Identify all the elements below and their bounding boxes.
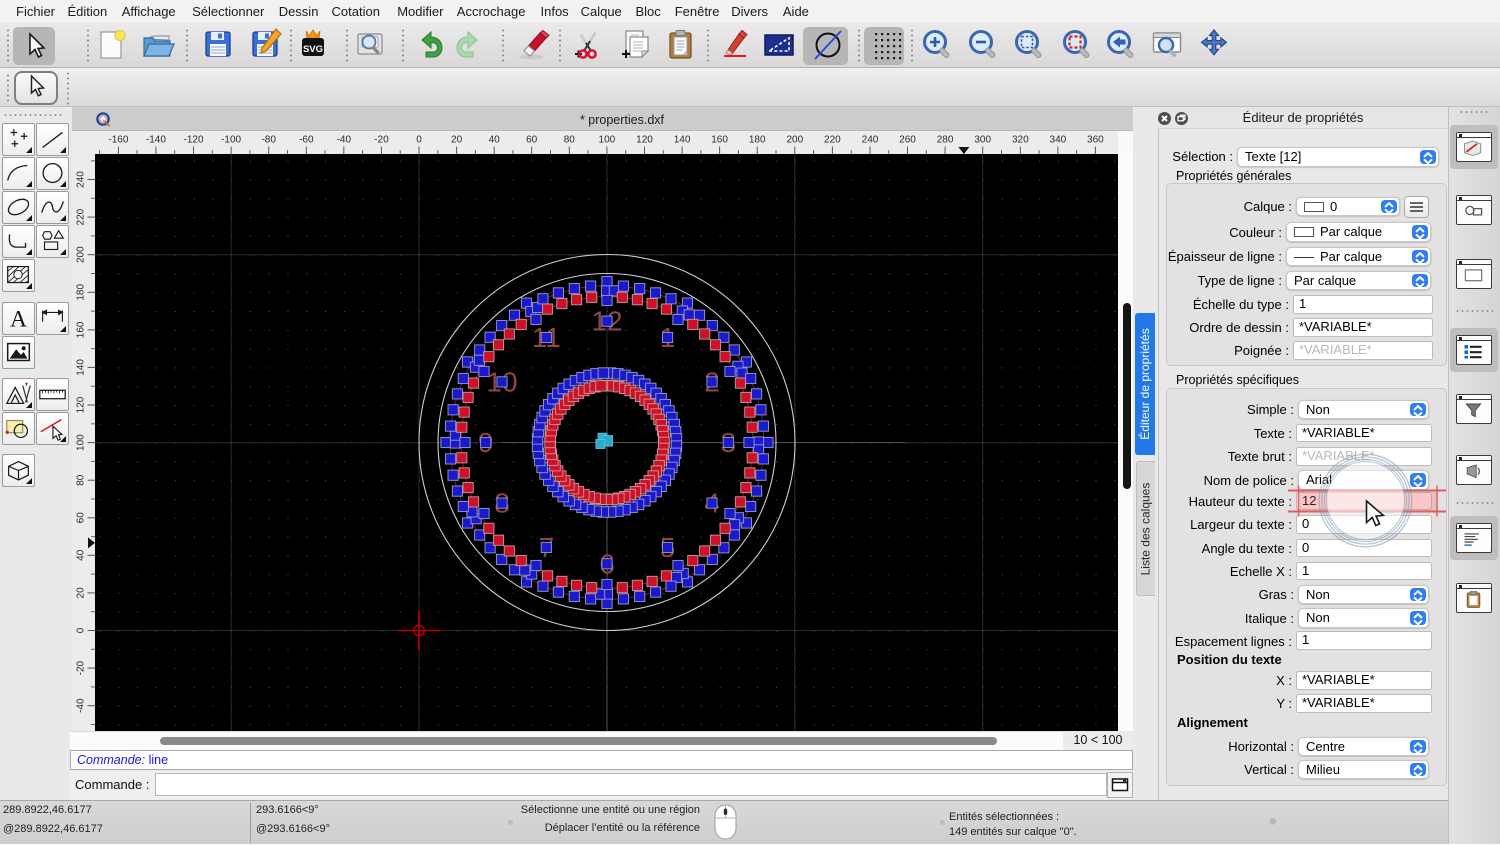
svg-text:300: 300 xyxy=(974,135,991,146)
svg-text:100: 100 xyxy=(599,135,616,146)
svg-text:340: 340 xyxy=(1050,135,1067,146)
svg-text:-100: -100 xyxy=(221,135,241,146)
svg-text:20: 20 xyxy=(76,587,87,599)
svg-text:20: 20 xyxy=(451,135,463,146)
svg-text:240: 240 xyxy=(862,135,879,146)
svg-text:40: 40 xyxy=(489,135,501,146)
svg-text:180: 180 xyxy=(749,135,766,146)
svg-text:-120: -120 xyxy=(183,135,203,146)
svg-text:-20: -20 xyxy=(374,135,389,146)
svg-text:240: 240 xyxy=(76,171,87,188)
svg-text:320: 320 xyxy=(1012,135,1029,146)
svg-text:60: 60 xyxy=(526,135,538,146)
svg-text:140: 140 xyxy=(76,359,87,376)
svg-text:200: 200 xyxy=(76,246,87,263)
svg-text:160: 160 xyxy=(711,135,728,146)
svg-text:100: 100 xyxy=(76,434,87,451)
svg-text:160: 160 xyxy=(76,321,87,338)
svg-text:-60: -60 xyxy=(299,135,314,146)
svg-text:0: 0 xyxy=(76,627,87,633)
svg-text:220: 220 xyxy=(824,135,841,146)
svg-text:80: 80 xyxy=(564,135,576,146)
svg-text:40: 40 xyxy=(76,549,87,561)
svg-text:220: 220 xyxy=(76,208,87,225)
svg-text:A: A xyxy=(10,306,27,332)
svg-text:-140: -140 xyxy=(146,135,166,146)
svg-text:260: 260 xyxy=(899,135,916,146)
svg-text:360: 360 xyxy=(1087,135,1104,146)
svg-text:60: 60 xyxy=(76,512,87,524)
svg-text:-160: -160 xyxy=(108,135,128,146)
svg-text:-40: -40 xyxy=(337,135,352,146)
svg-text:-20: -20 xyxy=(76,660,87,675)
svg-text:280: 280 xyxy=(937,135,954,146)
svg-text:140: 140 xyxy=(674,135,691,146)
svg-text:180: 180 xyxy=(76,284,87,301)
svg-text:120: 120 xyxy=(76,396,87,413)
svg-text:SVG: SVG xyxy=(303,44,323,55)
svg-text:-80: -80 xyxy=(261,135,276,146)
svg-text:120: 120 xyxy=(636,135,653,146)
svg-text:80: 80 xyxy=(76,474,87,486)
svg-text:200: 200 xyxy=(786,135,803,146)
svg-text:-40: -40 xyxy=(76,698,87,713)
svg-text:0: 0 xyxy=(416,135,422,146)
